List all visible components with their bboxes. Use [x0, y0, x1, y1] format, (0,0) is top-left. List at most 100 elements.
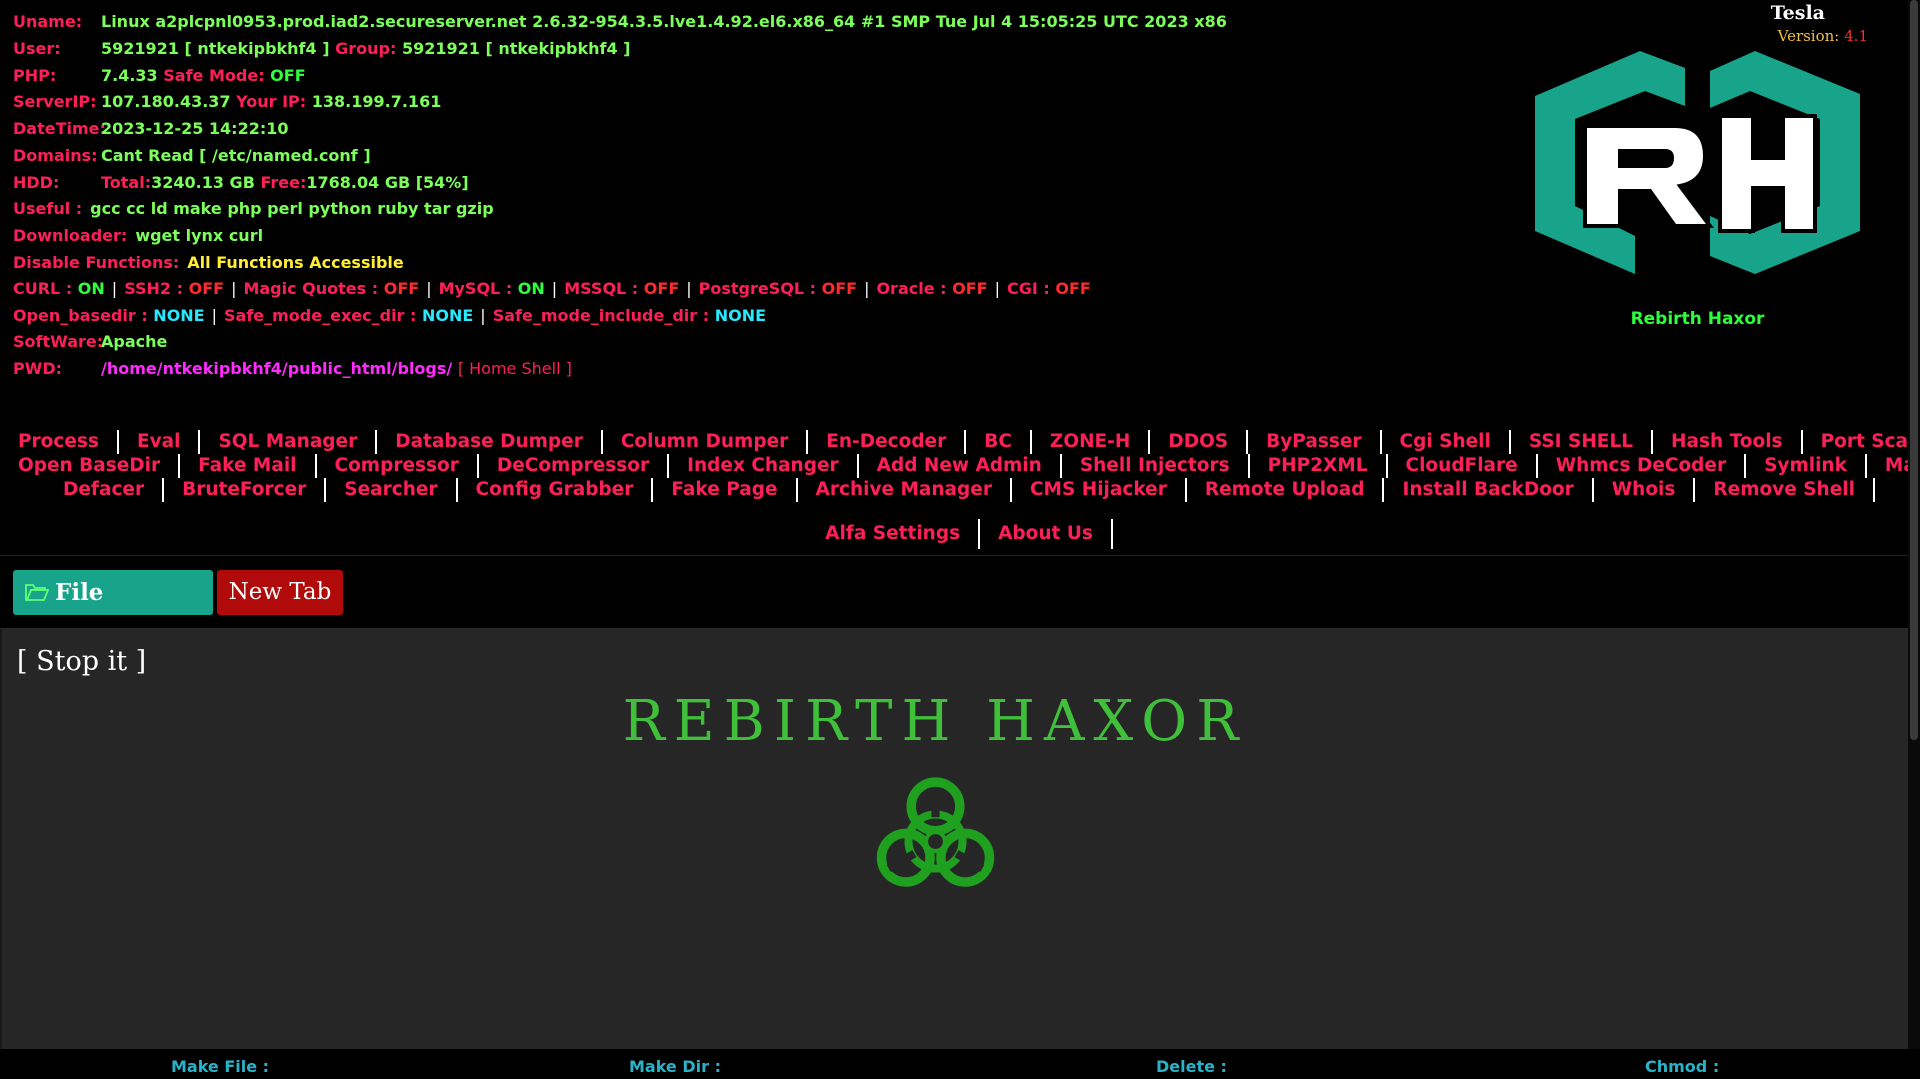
basedir-value: NONE	[714, 305, 767, 325]
hdd-label: HDD:	[13, 172, 60, 192]
menu-item-hash-tools[interactable]: Hash Tools	[1653, 430, 1801, 454]
menu-item-symlink[interactable]: Symlink	[1746, 454, 1865, 478]
menu-item-cms-hijacker[interactable]: CMS Hijacker	[1012, 478, 1185, 502]
module-name: MySQL :	[438, 279, 513, 299]
menu-item-whmcs-decoder[interactable]: Whmcs DeCoder	[1538, 454, 1744, 478]
software-value: Apache	[101, 332, 168, 352]
rh-logo	[1535, 51, 1860, 274]
page: Uname: Linux a2plcpnl0953.prod.iad2.secur…	[0, 0, 1920, 1079]
user-value: 5921921 [ ntkekipbkhf4 ]	[101, 38, 330, 58]
menu-item-php2xml[interactable]: PHP2XML	[1250, 454, 1386, 478]
menu-item-open-basedir[interactable]: Open BaseDir	[0, 454, 178, 478]
menu-item-alfa-settings[interactable]: Alfa Settings	[807, 519, 978, 549]
separator: |	[111, 279, 118, 299]
menu-item-add-new-admin[interactable]: Add New Admin	[859, 454, 1060, 478]
menu-item-about-us[interactable]: About Us	[980, 519, 1111, 549]
menu-item-database-dumper[interactable]: Database Dumper	[377, 430, 601, 454]
module-postgresql: PostgreSQL : OFF	[699, 279, 857, 298]
user-row: User: 5921921 [ ntkekipbkhf4 ] Group: 592…	[13, 39, 1493, 66]
menu-item-cgi-shell[interactable]: Cgi Shell	[1382, 430, 1509, 454]
menu-divider	[1872, 478, 1875, 502]
menu-item-port-scaner[interactable]: Port Scaner	[1803, 430, 1920, 454]
menu-item-process[interactable]: Process	[0, 430, 117, 454]
downloader-label: Downloader:	[13, 225, 128, 245]
module-name: CURL :	[13, 279, 73, 299]
module-name: CGI :	[1006, 279, 1050, 299]
file-manager-tab[interactable]: File manager	[13, 570, 213, 651]
user-label: User:	[13, 38, 61, 58]
disable-functions-label: Disable Functions:	[13, 252, 180, 272]
page-scrollbar[interactable]	[1908, 0, 1920, 1049]
uname-row: Uname: Linux a2plcpnl0953.prod.iad2.secur…	[13, 12, 1493, 39]
basedir-name: Open_basedir :	[13, 305, 148, 325]
pwd-path-link[interactable]: /home/ntkekipbkhf4/public_html/blogs/	[101, 359, 452, 378]
menu-item-compressor[interactable]: Compressor	[317, 454, 477, 478]
domains-row: Domains: Cant Read [ /etc/named.conf ]	[13, 146, 1493, 173]
module-curl: CURL : ON	[13, 279, 105, 298]
menu-item-shell-injectors[interactable]: Shell Injectors	[1062, 454, 1248, 478]
menu-item-config-grabber[interactable]: Config Grabber	[458, 478, 652, 502]
group-label: Group:	[335, 38, 397, 58]
menu-item-zone-h[interactable]: ZONE-H	[1032, 430, 1148, 454]
disable-functions-value: All Functions Accessible	[187, 252, 404, 272]
module-state: ON	[77, 279, 105, 299]
module-oracle: Oracle : OFF	[876, 279, 987, 298]
menu-row-3: Defacer BruteForcer Searcher Config Grabber…	[0, 478, 1920, 502]
pwd-row: PWD: /home/ntkekipbkhf4/public_html/blogs…	[13, 359, 1493, 386]
menu-item-defacer[interactable]: Defacer	[45, 478, 162, 502]
menu-row-4: Alfa Settings About Us	[0, 519, 1920, 549]
menu-item-install-backdoor[interactable]: Install BackDoor	[1384, 478, 1591, 502]
stop-it-link[interactable]: [ Stop it ]	[17, 646, 146, 677]
hdd-total-value: 3240.13 GB	[151, 172, 255, 192]
basedir-name: Safe_mode_exec_dir :	[224, 305, 417, 325]
basedir-value: NONE	[153, 305, 205, 325]
menu-item-decompressor[interactable]: DeCompressor	[479, 454, 667, 478]
scrollbar-thumb[interactable]	[1910, 0, 1918, 740]
logo-letter-h	[1718, 114, 1817, 233]
downloader-row: Downloader: wget lynx curl	[13, 226, 1493, 253]
menu-item-fake-page[interactable]: Fake Page	[653, 478, 795, 502]
menu-row-1: Process Eval SQL Manager Database Dumper Col…	[0, 430, 1920, 454]
menu-item-cloudflare[interactable]: CloudFlare	[1388, 454, 1536, 478]
menu-row-2: Open BaseDir Fake Mail Compressor DeCompres…	[0, 454, 1920, 478]
menu-item-index-changer[interactable]: Index Changer	[669, 454, 857, 478]
hdd-total-label: Total:	[101, 172, 152, 192]
home-shell-link[interactable]: [ Home Shell ]	[458, 359, 572, 378]
menu-item-fake-mail[interactable]: Fake Mail	[180, 454, 314, 478]
your-ip-label: Your IP:	[236, 92, 307, 112]
module-state: OFF	[643, 279, 680, 299]
basedir-row: Open_basedir : NONE | Safe_mode_exec_dir :…	[13, 306, 1493, 333]
menu-item-column-dumper[interactable]: Column Dumper	[603, 430, 806, 454]
open-basedir: Open_basedir : NONE	[13, 306, 205, 325]
menu-item-bypasser[interactable]: ByPasser	[1248, 430, 1379, 454]
menu-item-ddos[interactable]: DDOS	[1150, 430, 1246, 454]
logo-letter-r	[1583, 124, 1714, 228]
menu-item-remove-shell[interactable]: Remove Shell	[1695, 478, 1873, 502]
menu-item-sql-manager[interactable]: SQL Manager	[200, 430, 375, 454]
separator: |	[686, 279, 692, 299]
group-value: 5921921 [ ntkekipbkhf4 ]	[401, 38, 631, 58]
php-row: PHP: 7.4.33 Safe Mode: OFF	[13, 66, 1493, 93]
domains-label: Domains:	[13, 145, 98, 165]
module-state: OFF	[383, 279, 420, 299]
your-ip-value: 138.199.7.161	[311, 92, 442, 112]
tab-bar: File manager New Tab +	[0, 555, 1920, 651]
menu-item-eval[interactable]: Eval	[119, 430, 199, 454]
basedir-name: Safe_mode_include_dir :	[492, 305, 710, 325]
menu-item-en-decoder[interactable]: En-Decoder	[808, 430, 964, 454]
menu-item-searcher[interactable]: Searcher	[326, 478, 455, 502]
server-ip-label: ServerIP:	[13, 92, 97, 112]
menu-item-whois[interactable]: Whois	[1594, 478, 1694, 502]
menu-item-remote-upload[interactable]: Remote Upload	[1187, 478, 1383, 502]
uname-label: Uname:	[13, 12, 83, 31]
brand-name: Tesla	[1770, 2, 1825, 24]
make-file-label: Make File :	[171, 1057, 270, 1076]
menu-item-bc[interactable]: BC	[966, 430, 1030, 454]
menu-item-archive-manager[interactable]: Archive Manager	[798, 478, 1010, 502]
new-tab-button[interactable]: New Tab +	[217, 570, 343, 650]
module-mysql: MySQL : ON	[439, 279, 545, 298]
software-label: SoftWare:	[13, 332, 104, 352]
delete-label: Delete :	[1156, 1057, 1227, 1076]
menu-item-ssi-shell[interactable]: SSI SHELL	[1511, 430, 1651, 454]
menu-item-bruteforcer[interactable]: BruteForcer	[164, 478, 324, 502]
